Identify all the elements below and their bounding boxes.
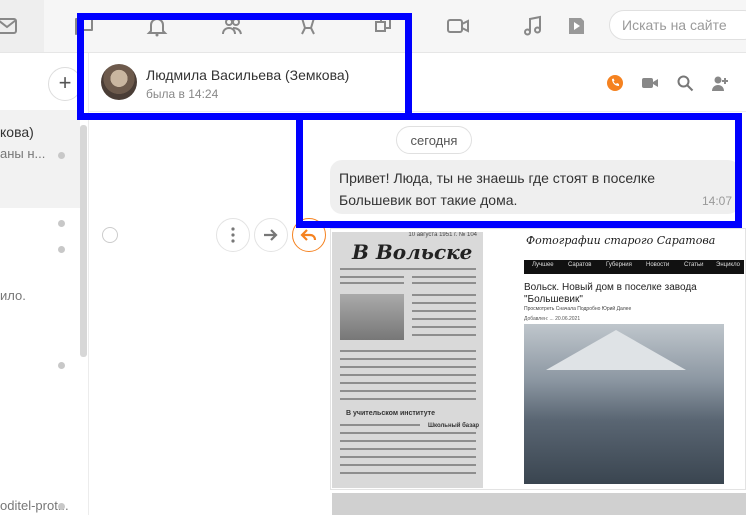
read-status-dot [58,246,65,253]
conversation-item[interactable]: ило. [0,246,80,348]
read-status-dot [58,220,65,227]
conversation-item[interactable]: oditel-prot... [0,478,80,515]
conversation-item[interactable]: кова) аны н... [0,110,80,208]
website-brand: Фотографии старого Саратова [526,234,716,247]
avatar[interactable] [101,64,137,100]
contact-name[interactable]: Людмила Васильева (Земкова) [146,67,349,83]
video-icon[interactable] [446,14,470,38]
newspaper-photo [340,294,404,340]
search-input[interactable]: Искать на сайте [609,10,746,40]
music-icon[interactable] [521,14,545,38]
conversation-preview: аны н... [0,146,46,161]
conversation-item[interactable] [0,348,80,428]
message-select-radio[interactable] [102,227,118,243]
conversation-list: + кова) аны н... ило. oditel-prot... [0,53,89,515]
sidebar-scrollbar[interactable] [80,125,87,357]
conversation-item[interactable] [0,208,80,268]
newspaper-date: 10 августа 1951 г. № 104 [408,232,477,238]
more-vertical-icon [231,227,235,243]
conversation-name: кова) [0,124,34,140]
mail-tab[interactable] [0,0,44,52]
forward-arrow-icon [264,229,278,241]
website-tabs: Просмотреть Сначала Подробно Юрий Далее [524,306,632,312]
more-options-button[interactable] [216,218,250,252]
newspaper-title: В Вольске [352,240,473,264]
website-screenshot-image[interactable]: Фотографии старого Саратова Лучшее Сарат… [486,230,744,488]
add-user-icon[interactable] [710,73,730,93]
read-status-dot [58,152,65,159]
chat-icon[interactable] [72,14,96,38]
read-status-dot [58,362,65,369]
add-chat-button[interactable]: + [48,67,82,101]
mail-icon [0,14,20,38]
message-bubble[interactable]: Привет! Люда, ты не знаешь где стоят в п… [330,160,740,214]
read-status-dot [58,503,65,510]
guests-icon[interactable] [296,14,320,38]
website-nav: Лучшее Саратов Губерния Новости Статьи Э… [524,260,744,274]
forward-button[interactable] [254,218,288,252]
website-title: Вольск. Новый дом в поселке завода "Боль… [524,282,697,305]
conversation-preview: ило. [0,288,26,303]
top-toolbar: Искать на сайте [0,0,746,53]
message-text: Привет! Люда, ты не знаешь где стоят в п… [339,170,655,208]
message-time: 14:07 [701,194,732,208]
friends-icon[interactable] [220,14,244,38]
bell-icon[interactable] [145,14,169,38]
video-call-icon[interactable] [640,73,660,93]
discussions-icon[interactable] [371,14,395,38]
reply-button[interactable] [292,218,326,252]
next-image-preview[interactable] [332,493,746,515]
call-icon[interactable] [605,73,625,93]
contact-status: была в 14:24 [146,87,219,101]
reply-arrow-icon [300,229,317,241]
chat-header: Людмила Васильева (Земкова) была в 14:24 [89,53,746,112]
website-meta: Добавлен: ... 20.06.2021 [524,316,581,322]
newspaper-subheading: В учительском институте [346,410,436,417]
newspaper-subheading: Школьный базар [428,423,480,429]
search-icon[interactable] [675,73,695,93]
newspaper-clipping-image[interactable]: 10 августа 1951 г. № 104 В Вольске В учи… [332,232,483,488]
date-separator: сегодня [396,126,472,154]
video-play-icon[interactable] [566,14,590,38]
